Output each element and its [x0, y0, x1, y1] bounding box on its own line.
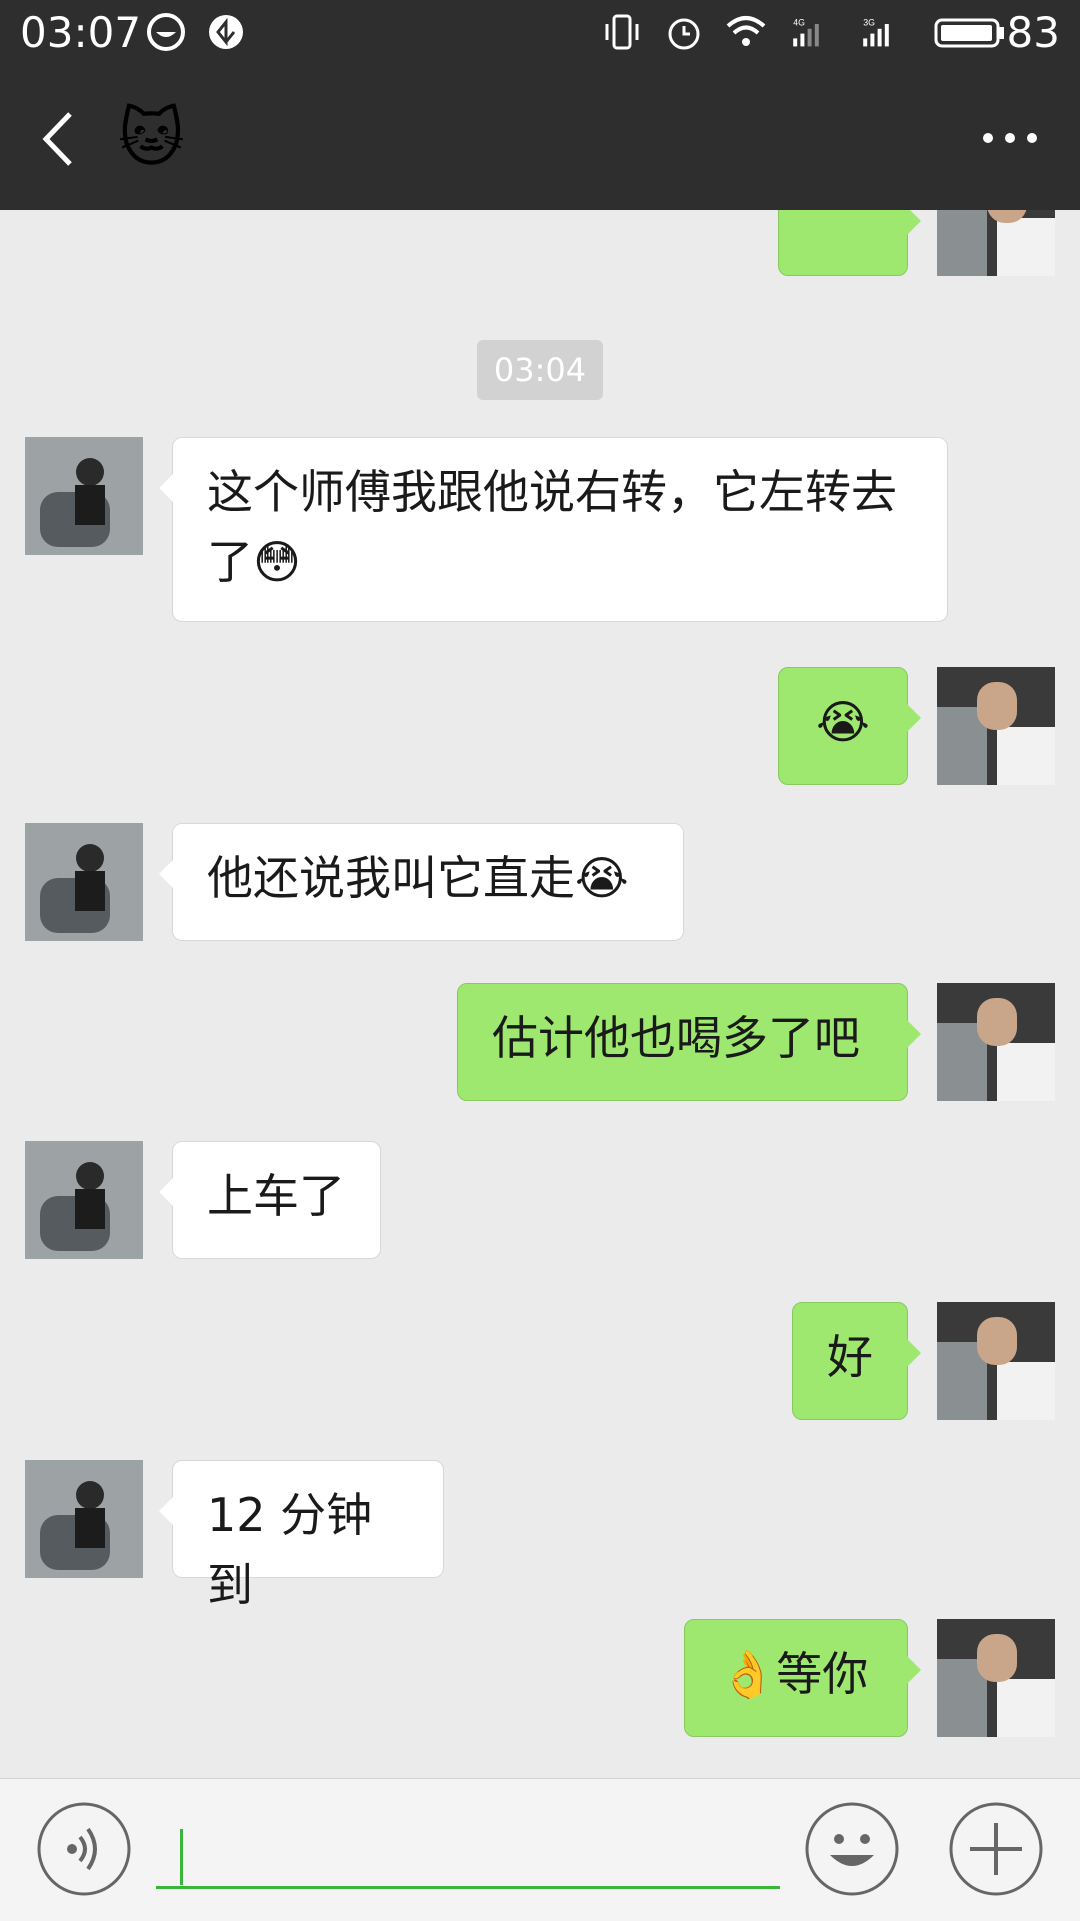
chat-header: 🐱 [0, 68, 1080, 210]
more-button[interactable] [970, 108, 1050, 168]
message-input[interactable] [156, 1817, 780, 1889]
back-button[interactable] [30, 104, 90, 174]
battery-icon [934, 18, 1004, 48]
message-bubble-partial[interactable] [778, 210, 921, 276]
message-timestamp: 03:04 [477, 340, 603, 400]
avatar-contact[interactable] [25, 1141, 143, 1259]
emoji-button[interactable] [804, 1801, 900, 1897]
avatar-contact[interactable] [25, 437, 143, 555]
sync-icon [209, 15, 243, 49]
signal-4g-icon: 4G [793, 18, 819, 47]
message-bubble-received[interactable]: 他还说我叫它直走😭 [159, 823, 684, 941]
message-bubble-sent[interactable]: 好 [792, 1302, 921, 1420]
avatar-self[interactable] [937, 210, 1055, 276]
svg-text:3G: 3G [863, 18, 875, 28]
text-cursor [180, 1829, 183, 1885]
battery-level: 83 [1006, 8, 1060, 57]
chat-area[interactable]: 03:04 这个师傅我跟他说右转，它左转去了😳 😭 他还说我叫它直走😭 估计他也… [0, 210, 1080, 1778]
avatar-self[interactable] [937, 983, 1055, 1101]
message-bubble-received[interactable]: 上车了 [159, 1141, 381, 1259]
chat-title: 🐱 [118, 102, 185, 176]
voice-button[interactable] [36, 1801, 132, 1897]
message-bubble-received[interactable]: 12 分钟到 [159, 1460, 444, 1612]
input-bar [0, 1778, 1080, 1921]
plus-button[interactable] [948, 1801, 1044, 1897]
signal-3g-icon: 3G [863, 18, 889, 47]
svg-text:4G: 4G [793, 18, 805, 28]
message-bubble-sent[interactable]: 👌等你 [684, 1619, 921, 1737]
status-bar: 03:07 4G 3G 83 [0, 0, 1080, 68]
message-bubble-sent[interactable]: 估计他也喝多了吧 [457, 983, 921, 1101]
status-time: 03:07 [20, 8, 142, 57]
avatar-self[interactable] [937, 1619, 1055, 1737]
alarm-icon [668, 18, 700, 50]
notification-icon [147, 13, 185, 51]
avatar-self[interactable] [937, 1302, 1055, 1420]
message-bubble-received[interactable]: 这个师傅我跟他说右转，它左转去了😳 [159, 437, 948, 622]
avatar-contact[interactable] [25, 1460, 143, 1578]
message-bubble-sent[interactable]: 😭 [778, 667, 921, 785]
vibrate-icon [605, 14, 639, 50]
wifi-icon [726, 16, 766, 46]
avatar-self[interactable] [937, 667, 1055, 785]
avatar-contact[interactable] [25, 823, 143, 941]
